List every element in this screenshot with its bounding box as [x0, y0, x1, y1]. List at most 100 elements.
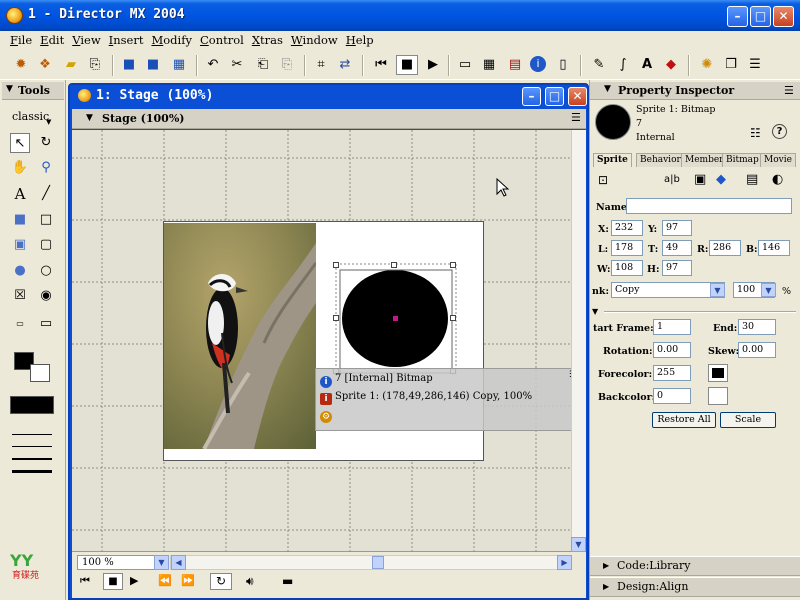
line-width-3[interactable] — [12, 470, 52, 473]
new-cast-icon[interactable]: ❖ — [36, 56, 54, 74]
resize-handle[interactable] — [450, 262, 456, 268]
stop-icon[interactable]: ■ — [103, 573, 123, 590]
resize-handle[interactable] — [333, 315, 339, 321]
menu-xtras[interactable]: Xtras — [248, 31, 287, 50]
moveable-icon[interactable]: ◆ — [716, 172, 726, 187]
options-menu-icon[interactable]: ☰ — [571, 111, 581, 124]
save-all-icon[interactable]: ■ — [144, 56, 162, 74]
menu-file[interactable]: File — [6, 31, 36, 50]
chevron-down-icon[interactable]: ▼ — [592, 307, 598, 316]
volume-icon[interactable]: 🔊︎ — [246, 574, 254, 589]
woodpecker-bitmap-sprite[interactable] — [164, 223, 316, 449]
close-button[interactable]: ✕ — [773, 6, 794, 27]
arrow-tool-icon[interactable]: ↖ — [10, 133, 30, 153]
menu-control[interactable]: Control — [196, 31, 248, 50]
play-icon[interactable]: ▶ — [130, 574, 138, 587]
loop-icon[interactable]: ↻ — [210, 573, 232, 590]
scroll-thumb[interactable] — [372, 556, 384, 569]
exchange-cast-icon[interactable]: ⇄ — [336, 56, 354, 74]
left-field[interactable]: 178 — [611, 240, 643, 256]
field-tool-icon[interactable]: ▭ — [10, 314, 30, 334]
forecolor-chip[interactable] — [708, 364, 728, 382]
cut-icon[interactable]: ✂ — [228, 56, 246, 74]
help-icon[interactable]: ? — [772, 124, 787, 139]
play-icon[interactable]: ▶ — [424, 56, 442, 74]
end-frame-field[interactable]: 30 — [738, 319, 776, 335]
restore-all-button[interactable]: Restore All — [652, 412, 716, 428]
right-field[interactable]: 286 — [709, 240, 741, 256]
camera-icon[interactable]: ▬ — [282, 574, 293, 588]
lock-icon[interactable]: ⊡ — [598, 173, 608, 187]
director-app-icon[interactable] — [6, 7, 23, 24]
resize-handle[interactable] — [391, 262, 397, 268]
name-field[interactable] — [626, 198, 792, 214]
text-tool-icon[interactable]: A — [10, 184, 30, 204]
expand-icon[interactable]: ▶ — [603, 561, 609, 570]
menu-modify[interactable]: Modify — [147, 31, 196, 50]
publish-icon[interactable]: ▦ — [170, 56, 188, 74]
copy-icon[interactable]: ⎗ — [254, 56, 272, 74]
scroll-down-button[interactable]: ▼ — [571, 537, 586, 552]
round-rect-tool-icon[interactable]: ▢ — [36, 235, 56, 255]
radio-tool-icon[interactable]: ◉ — [36, 286, 56, 306]
rotate-tool-icon[interactable]: ↻ — [36, 133, 56, 153]
chevron-down-icon[interactable]: ▼ — [154, 555, 169, 570]
scale-button[interactable]: Scale — [720, 412, 776, 428]
filled-ellipse-tool-icon[interactable]: ● — [10, 261, 30, 281]
menu-window[interactable]: Window — [287, 31, 342, 50]
new-movie-icon[interactable]: ✹ — [12, 56, 30, 74]
step-forward-icon[interactable]: ⏩ — [181, 574, 195, 587]
info-icon[interactable]: i — [530, 56, 546, 72]
text-window-icon[interactable]: ▯ — [554, 56, 572, 74]
behavior-inspector-icon[interactable]: ✺ — [698, 56, 716, 74]
step-back-icon[interactable]: ⏪ — [158, 574, 172, 587]
options-menu-icon[interactable]: ☰ — [784, 84, 794, 97]
editable-icon[interactable]: ▤ — [746, 172, 758, 187]
paint-brush-icon[interactable]: ✎ — [590, 56, 608, 74]
collapse-icon[interactable]: ▼ — [604, 84, 611, 94]
menu-view[interactable]: View — [68, 31, 104, 50]
tab-member[interactable]: Member — [681, 153, 728, 167]
color-palette-icon[interactable]: ◆ — [662, 56, 680, 74]
flip-icon[interactable]: a|b — [664, 174, 680, 185]
top-field[interactable]: 49 — [662, 240, 692, 256]
stage-app-icon[interactable] — [78, 89, 91, 102]
tab-sprite[interactable]: Sprite — [593, 153, 632, 167]
cast-window-icon[interactable]: ▦ — [480, 56, 498, 74]
score-window-icon[interactable]: ▤ — [506, 56, 524, 74]
list-view-icon[interactable]: ☷ — [750, 126, 761, 140]
ellipse-tool-icon[interactable]: ○ — [36, 261, 56, 281]
collapse-icon[interactable]: ▼ — [86, 113, 93, 123]
stage-window-icon[interactable]: ▭ — [456, 56, 474, 74]
find-icon[interactable]: ⌗ — [312, 56, 330, 74]
ink-select[interactable]: Copy — [611, 282, 725, 298]
pattern-swatch[interactable] — [10, 396, 54, 414]
tab-behavior[interactable]: Behavior — [636, 153, 685, 167]
resize-handle[interactable] — [333, 262, 339, 268]
filled-rect-tool-icon[interactable]: ■ — [10, 210, 30, 230]
open-folder-icon[interactable]: ▰ — [62, 56, 80, 74]
scroll-right-button[interactable]: ▶ — [557, 555, 572, 570]
horizontal-scrollbar[interactable] — [170, 555, 572, 570]
stop-icon[interactable]: ■ — [396, 55, 418, 75]
rewind-icon[interactable]: ⏮ — [80, 574, 90, 588]
stage-minimize-button[interactable]: – — [522, 87, 541, 106]
line-tool-icon[interactable]: ╱ — [36, 184, 56, 204]
menu-help[interactable]: Help — [342, 31, 378, 50]
trails-icon[interactable]: ▣ — [694, 172, 706, 187]
vertical-scrollbar[interactable] — [571, 130, 586, 552]
bottom-field[interactable]: 146 — [758, 240, 790, 256]
chevron-down-icon[interactable]: ▼ — [710, 283, 725, 297]
save-icon[interactable]: ■ — [120, 56, 138, 74]
undo-icon[interactable]: ↶ — [204, 56, 222, 74]
minimize-button[interactable]: – — [727, 6, 748, 27]
menu-edit[interactable]: Edit — [36, 31, 68, 50]
collapse-icon[interactable]: ▼ — [6, 84, 13, 94]
expand-icon[interactable]: ▶ — [603, 582, 609, 591]
library-icon[interactable]: ❐ — [722, 56, 740, 74]
maximize-button[interactable]: □ — [750, 6, 771, 27]
stage-maximize-button[interactable]: □ — [545, 87, 564, 106]
line-width-1[interactable] — [12, 446, 52, 447]
import-icon[interactable]: ⎘ — [86, 56, 104, 74]
line-width-none[interactable] — [12, 434, 52, 435]
